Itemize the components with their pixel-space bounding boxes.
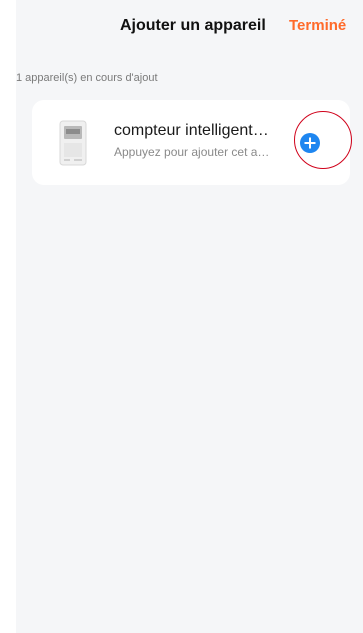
plus-icon (304, 137, 316, 149)
done-button[interactable]: Terminé (289, 17, 346, 34)
device-name: compteur intelligent… (114, 122, 269, 139)
page-title: Ajouter un appareil (120, 17, 266, 34)
screen: Ajouter un appareil Terminé 1 appareil(s… (16, 0, 363, 633)
smart-meter-icon (56, 120, 90, 166)
device-subtitle: Appuyez pour ajouter cet a… (114, 145, 270, 159)
adding-count-label: 1 appareil(s) en cours d'ajout (16, 72, 158, 84)
add-device-button[interactable] (300, 133, 320, 153)
header: Ajouter un appareil Terminé (16, 0, 363, 52)
